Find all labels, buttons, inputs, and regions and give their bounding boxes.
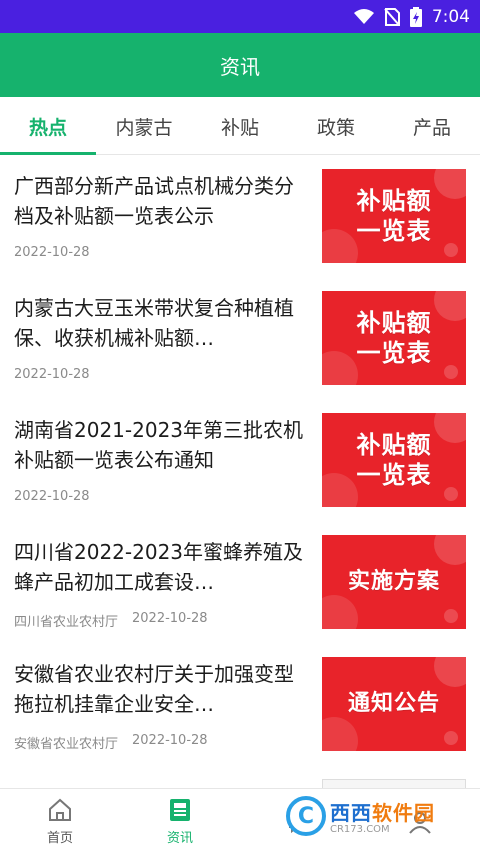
no-sim-icon [384,7,400,26]
watermark-logo: C 西西软件园 CR173.COM [286,792,472,840]
article-source: 四川省农业农村厅 [14,615,119,630]
list-item[interactable]: 四川省2022-2023年蜜蜂养殖及蜂产品初加工成套设… 四川省农业农村厅 20… [0,521,480,643]
app-bar: 资讯 [0,33,480,97]
thumbnail-label: 通知公告 [347,691,440,716]
thumbnail-label: 补贴额 一览表 [357,308,432,368]
status-bar: 7:04 [0,0,480,33]
category-tabs: 热点 内蒙古 补贴 政策 产品 [0,97,480,155]
thumbnail-label: 补贴额 一览表 [357,430,432,490]
status-time: 7:04 [431,6,470,27]
thumbnail-line: 补贴额 [356,309,432,337]
thumbnail-line: 一览表 [356,217,432,245]
watermark-text: 软件园 [372,801,435,825]
news-icon [167,797,193,823]
list-item[interactable]: 内蒙古大豆玉米带状复合种植植保、收获机械补贴额… 2022-10-28 补贴额 … [0,277,480,399]
watermark-emblem: C [286,796,326,836]
article-meta: 四川省农业农村厅 2022-10-28 [14,611,208,630]
article-date: 2022-10-28 [14,489,90,504]
thumbnail-line: 一览表 [356,339,432,367]
article-title: 四川省2022-2023年蜜蜂养殖及蜂产品初加工成套设… [14,540,304,594]
tab-policy[interactable]: 政策 [288,97,384,155]
article-meta: 2022-10-28 [14,367,90,382]
article-date: 2022-10-28 [132,733,208,748]
tab-products[interactable]: 产品 [384,97,480,155]
wifi-icon [353,8,374,25]
tab-label: 内蒙古 [115,116,173,139]
article-meta: 2022-10-28 [14,245,90,260]
thumbnail-line: 补贴额 [356,187,432,215]
article-title: 内蒙古大豆玉米带状复合种植植保、收获机械补贴额… [14,296,294,350]
thumbnail-label: 补贴额 一览表 [357,186,432,246]
tab-label: 产品 [412,116,451,139]
tab-label: 补贴 [220,116,259,139]
watermark-url: CR173.COM [330,824,390,835]
article-list: 广西部分新产品试点机械分类分档及补贴额一览表公示 2022-10-28 补贴额 … [0,155,480,788]
watermark-text: 西西 [330,801,372,825]
home-icon [47,797,73,823]
article-title: 广西部分新产品试点机械分类分档及补贴额一览表公示 [14,174,294,228]
article-thumbnail: 补贴额 一览表 [322,413,466,507]
page-title: 资讯 [220,54,260,79]
article-meta: 安徽省农业农村厅 2022-10-28 [14,733,208,752]
article-thumbnail: 补贴额 一览表 [322,169,466,263]
article-date: 2022-10-28 [132,611,208,626]
article-thumbnail: 补贴额 一览表 [322,291,466,385]
thumbnail-line: 一览表 [356,461,432,489]
list-item[interactable] [0,765,480,788]
list-item[interactable]: 广西部分新产品试点机械分类分档及补贴额一览表公示 2022-10-28 补贴额 … [0,155,480,277]
article-thumbnail: 通知公告 [322,657,466,751]
list-item[interactable]: 湖南省2021-2023年第三批农机补贴额一览表公布通知 2022-10-28 … [0,399,480,521]
article-thumbnail [322,779,466,788]
thumbnail-label: 实施方案 [347,569,440,594]
article-date: 2022-10-28 [14,367,90,382]
article-thumbnail: 实施方案 [322,535,466,629]
nav-label: 首页 [46,831,73,846]
tab-label: 政策 [316,116,355,139]
nav-label: 资讯 [166,831,193,846]
tab-inner-mongolia[interactable]: 内蒙古 [96,97,192,155]
tab-label: 热点 [28,116,67,139]
article-date: 2022-10-28 [14,245,90,260]
article-meta: 2022-10-28 [14,489,90,504]
article-title: 安徽省农业农村厅关于加强变型拖拉机挂靠企业安全… [14,662,294,716]
article-source: 安徽省农业农村厅 [14,737,119,752]
list-item[interactable]: 安徽省农业农村厅关于加强变型拖拉机挂靠企业安全… 安徽省农业农村厅 2022-1… [0,643,480,765]
article-title: 湖南省2021-2023年第三批农机补贴额一览表公布通知 [14,418,304,472]
nav-home[interactable]: 首页 [0,789,120,853]
nav-news[interactable]: 资讯 [120,789,240,853]
thumbnail-line: 补贴额 [356,431,432,459]
tab-hot[interactable]: 热点 [0,97,96,155]
tab-subsidy[interactable]: 补贴 [192,97,288,155]
battery-charging-icon [409,6,422,27]
